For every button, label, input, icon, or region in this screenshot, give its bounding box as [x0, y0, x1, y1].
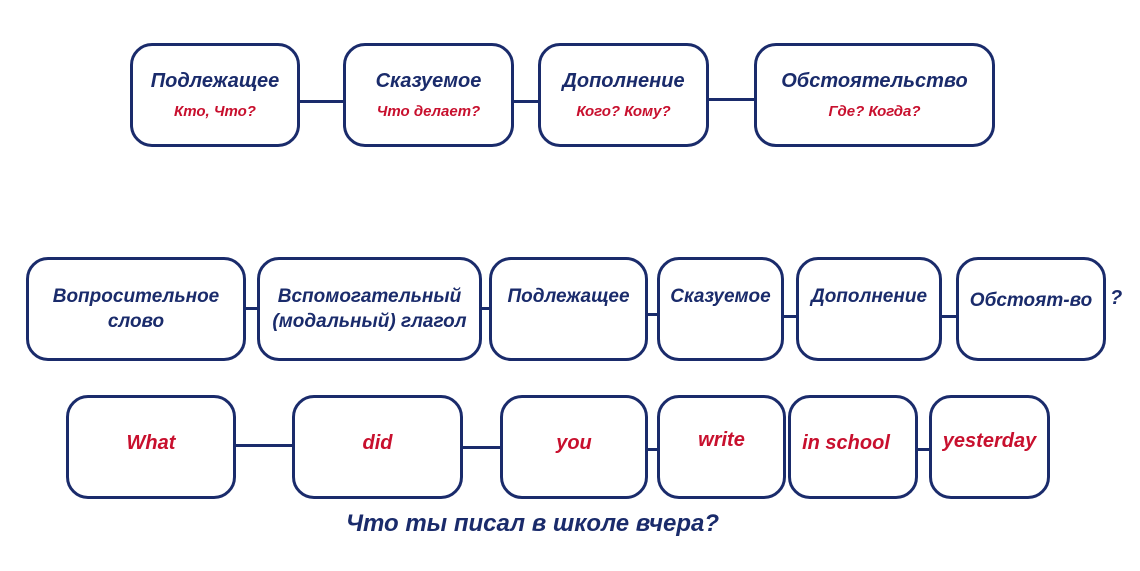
example-word-box: in school [788, 395, 918, 499]
example-word-box: did [292, 395, 463, 499]
question-mark: ? [1110, 287, 1123, 309]
example-word-box: yesterday [929, 395, 1050, 499]
example-word: in school [802, 431, 890, 454]
box-title: Дополнение [562, 70, 685, 92]
example-word-box: write [657, 395, 786, 499]
translation-sentence: Что ты писал в школе вчера? [346, 510, 720, 537]
box-title: Сказуемое [670, 286, 771, 307]
auxiliary-verb-box: Вспомогательный (модальный) глагол [257, 257, 482, 361]
box-title: Дополнение [810, 286, 928, 307]
box-question: Кто, Что? [174, 103, 256, 120]
example-word: write [698, 428, 745, 451]
box-title: Подлежащее [507, 286, 630, 307]
connector [512, 100, 540, 103]
question-word-box: Вопросительное слово [26, 257, 246, 361]
example-word-box: What [66, 395, 236, 499]
predicate-box: Сказуемое [657, 257, 784, 361]
box-question: Где? Когда? [828, 103, 921, 120]
adverbial-box: Обстоят-во [956, 257, 1106, 361]
example-word: What [126, 431, 176, 454]
object-box: Дополнение [796, 257, 942, 361]
russian-predicate-box: Сказуемое Что делает? [343, 43, 514, 147]
box-question: Что делает? [376, 103, 481, 120]
example-word: yesterday [942, 429, 1037, 452]
box-title: Подлежащее [150, 70, 280, 92]
box-title: Сказуемое [375, 70, 482, 92]
connector [916, 448, 930, 451]
connector [234, 444, 294, 447]
example-word-box: you [500, 395, 648, 499]
russian-object-box: Дополнение Кого? Кому? [538, 43, 709, 147]
box-title: Обстоят-во [969, 290, 1093, 311]
subject-box: Подлежащее [489, 257, 648, 361]
russian-subject-box: Подлежащее Кто, Что? [130, 43, 300, 147]
russian-adverbial-box: Обстоятельство Где? Когда? [754, 43, 995, 147]
box-title: Вспомогательный (модальный) глагол [272, 286, 467, 332]
connector [298, 100, 344, 103]
connector [461, 446, 501, 449]
box-title: Вопросительное слово [52, 286, 220, 332]
box-question: Кого? Кому? [576, 103, 671, 120]
example-word: you [556, 431, 592, 454]
connector [707, 98, 755, 101]
box-title: Обстоятельство [781, 70, 968, 92]
example-word: did [362, 431, 393, 454]
